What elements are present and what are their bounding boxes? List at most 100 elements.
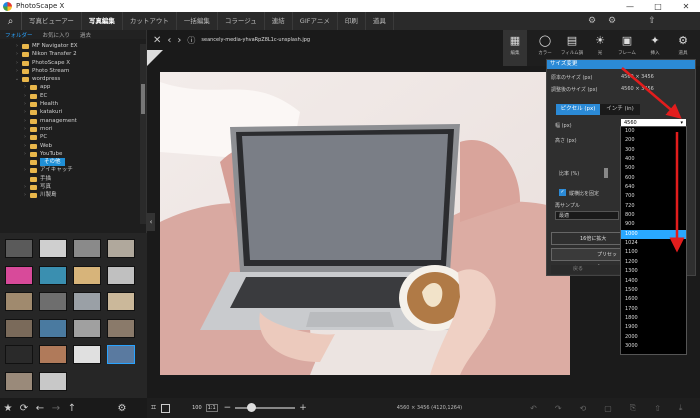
folder-item[interactable]: › アイキャッチ	[0, 166, 140, 174]
close-icon[interactable]: ✕	[153, 35, 161, 46]
actual-size-button[interactable]: 1:1	[205, 404, 218, 412]
tab-inch[interactable]: インチ (in)	[600, 104, 640, 115]
thumbnail[interactable]	[39, 372, 67, 391]
thumbnail[interactable]	[73, 239, 101, 258]
chevron-icon[interactable]: ›	[22, 92, 28, 100]
thumbnail[interactable]	[107, 266, 135, 285]
folder-item[interactable]: › EC	[0, 92, 140, 100]
folder-item[interactable]: その他	[0, 158, 140, 167]
menu-tab-0[interactable]: 写真ビューアー	[22, 12, 82, 30]
dropdown-option[interactable]: 1400	[621, 277, 686, 286]
folder-item[interactable]: › 川製島	[0, 191, 140, 199]
dropdown-option[interactable]: 1200	[621, 258, 686, 267]
dropdown-option[interactable]: 600	[621, 174, 686, 183]
undo-icon[interactable]: ↶	[530, 404, 537, 413]
dropdown-option[interactable]: 400	[621, 155, 686, 164]
menu-tab-1[interactable]: 写真編集	[82, 12, 123, 30]
chevron-icon[interactable]: ›	[22, 142, 28, 150]
redo-icon[interactable]: ↷	[555, 404, 562, 413]
zoom-out-icon[interactable]: −	[224, 403, 232, 413]
upscale-button[interactable]: 16倍に拡大	[551, 232, 621, 245]
tab-history[interactable]: 過去	[75, 31, 96, 39]
menu-tab-6[interactable]: GIFアニメ	[293, 12, 338, 30]
folder-item[interactable]: ⌄ wordpress	[0, 75, 140, 83]
thumbnail[interactable]	[5, 319, 33, 338]
settings-icon[interactable]: ⚙	[586, 15, 598, 27]
thumbnail[interactable]	[73, 266, 101, 285]
gear-icon[interactable]: ⚙	[606, 15, 618, 27]
thumbnail[interactable]	[107, 345, 135, 364]
cancel-button[interactable]: 戻る	[551, 265, 621, 274]
folder-item[interactable]: › PhotoScape X	[0, 59, 140, 67]
zoom-in-icon[interactable]: +	[299, 403, 307, 413]
star-icon[interactable]: ★	[0, 403, 16, 414]
thumbnail[interactable]	[107, 292, 135, 311]
dropdown-option[interactable]: 100	[621, 127, 686, 136]
dropdown-option[interactable]: 200	[621, 136, 686, 145]
chevron-icon[interactable]: ›	[22, 117, 28, 125]
chevron-icon[interactable]: ›	[14, 59, 20, 67]
dropdown-option[interactable]: 1000	[621, 229, 686, 240]
folder-item[interactable]: › app	[0, 83, 140, 91]
info-icon[interactable]: ⓘ	[187, 35, 195, 46]
minimize-button[interactable]: —	[616, 0, 644, 12]
folder-item[interactable]: › 写真	[0, 183, 140, 191]
chevron-icon[interactable]: ›	[22, 100, 28, 108]
thumbnail[interactable]	[5, 239, 33, 258]
chevron-icon[interactable]: ›	[22, 150, 28, 158]
thumbnail[interactable]	[5, 372, 33, 391]
maximize-button[interactable]: □	[644, 0, 672, 12]
chevron-icon[interactable]: ›	[22, 108, 28, 116]
search-icon[interactable]: ⌕	[0, 12, 22, 30]
folder-item[interactable]: 手描	[0, 175, 140, 183]
thumbnail[interactable]	[39, 345, 67, 364]
keep-ratio-checkbox[interactable]: ✓	[559, 189, 566, 196]
menu-tab-7[interactable]: 印刷	[338, 12, 366, 30]
dropdown-option[interactable]: 1600	[621, 295, 686, 304]
dropdown-option[interactable]: 640	[621, 183, 686, 192]
dropdown-option[interactable]: 900	[621, 220, 686, 229]
chevron-icon[interactable]: ›	[22, 183, 28, 191]
undo-all-icon[interactable]: ⟲	[580, 404, 587, 413]
close-button[interactable]: ✕	[672, 0, 700, 12]
menu-tab-5[interactable]: 連結	[265, 12, 293, 30]
thumbnail[interactable]	[73, 319, 101, 338]
chevron-icon[interactable]: ›	[22, 133, 28, 141]
thumbnail[interactable]	[5, 266, 33, 285]
folder-item[interactable]: › Nikon Transfer 2	[0, 50, 140, 58]
thumbnail[interactable]	[107, 239, 135, 258]
share-icon[interactable]: ⇧	[654, 404, 661, 413]
thumbnail[interactable]	[39, 266, 67, 285]
thumbnail[interactable]	[39, 292, 67, 311]
chevron-icon[interactable]: ›	[22, 191, 28, 199]
dropdown-option[interactable]: 800	[621, 211, 686, 220]
forward-icon[interactable]: →	[48, 403, 64, 414]
tab-pixel[interactable]: ピクセル (px)	[556, 104, 600, 115]
zoom-slider[interactable]	[235, 403, 296, 412]
folder-item[interactable]: › YouTube	[0, 150, 140, 158]
dropdown-option[interactable]: 1700	[621, 305, 686, 314]
save-icon[interactable]: ⤓	[679, 403, 683, 413]
thumbnail[interactable]	[39, 239, 67, 258]
folder-item[interactable]: › PC	[0, 133, 140, 141]
dropdown-option[interactable]: 1024	[621, 239, 686, 248]
folder-item[interactable]: › katakuri	[0, 108, 140, 116]
dropdown-option[interactable]: 2000	[621, 333, 686, 342]
share-icon[interactable]: ⇧	[646, 15, 658, 27]
tool-edit[interactable]: ▦ 編集	[503, 30, 527, 66]
dropdown-option[interactable]: 720	[621, 202, 686, 211]
dropdown-option[interactable]: 1900	[621, 323, 686, 332]
chevron-icon[interactable]: ›	[22, 125, 28, 133]
dropdown-option[interactable]: 1300	[621, 267, 686, 276]
dropdown-option[interactable]: 1800	[621, 314, 686, 323]
dropdown-option[interactable]: 3000	[621, 342, 686, 351]
dropdown-option[interactable]: 1100	[621, 248, 686, 257]
chevron-icon[interactable]: ›	[22, 83, 28, 91]
menu-tab-4[interactable]: コラージュ	[218, 12, 265, 30]
tab-folders[interactable]: フォルダー	[0, 31, 38, 39]
refresh-icon[interactable]: ⟳	[16, 403, 32, 414]
menu-tab-8[interactable]: 道具	[366, 12, 394, 30]
thumbnail[interactable]	[5, 345, 33, 364]
menu-tab-2[interactable]: カットアウト	[123, 12, 177, 30]
ratio-slider-handle[interactable]	[604, 168, 608, 178]
